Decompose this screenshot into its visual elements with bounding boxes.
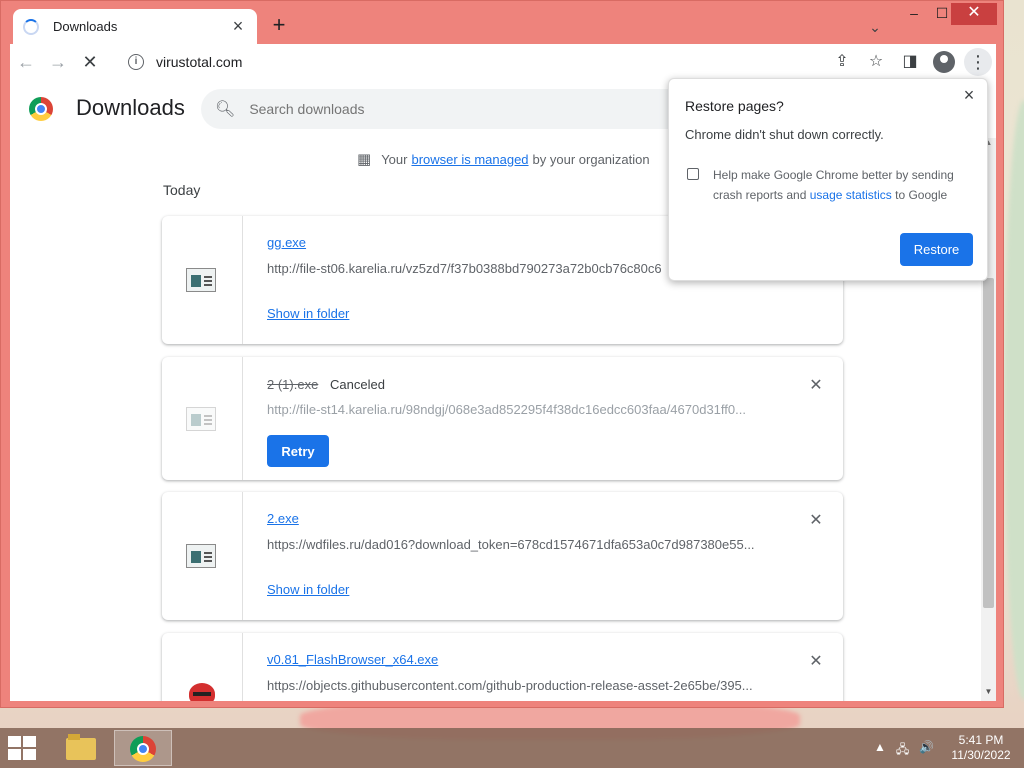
- forward-button[interactable]: →: [42, 46, 74, 78]
- tab-close-button[interactable]: ×: [229, 16, 247, 37]
- checkbox-text-end: to Google: [895, 188, 948, 202]
- folder-icon: [66, 734, 96, 760]
- exe-file-icon: [186, 544, 216, 568]
- dialog-title: Restore pages?: [685, 98, 784, 114]
- tab-search-button[interactable]: ⌄: [863, 15, 887, 39]
- new-tab-button[interactable]: +: [267, 13, 291, 37]
- download-url[interactable]: https://objects.githubusercontent.com/gi…: [267, 678, 767, 693]
- site-info-icon[interactable]: i: [128, 54, 144, 70]
- download-filename-link[interactable]: v0.81_FlashBrowser_x64.exe: [267, 652, 438, 667]
- crash-report-label: Help make Google Chrome better by sendin…: [713, 165, 973, 205]
- windows-logo-icon: [23, 736, 36, 747]
- avatar-icon: [933, 51, 955, 73]
- clock[interactable]: 5:41 PM 11/30/2022: [948, 733, 1014, 763]
- show-in-folder-link[interactable]: Show in folder: [267, 582, 349, 597]
- remove-download-button[interactable]: ✕: [806, 510, 826, 530]
- file-icon-column: [162, 492, 243, 620]
- remove-download-button[interactable]: ✕: [806, 651, 826, 671]
- scroll-thumb[interactable]: [983, 278, 994, 608]
- show-in-folder-link[interactable]: Show in folder: [267, 306, 349, 321]
- windows-logo-icon: [8, 749, 21, 760]
- chrome-logo-icon: [29, 97, 53, 121]
- desktop-wallpaper-accent: [1004, 100, 1024, 700]
- chrome-taskbar-button[interactable]: [114, 730, 172, 766]
- managed-link[interactable]: browser is managed: [411, 152, 528, 167]
- stop-loading-button[interactable]: ✕: [74, 46, 106, 78]
- back-button[interactable]: ←: [10, 46, 42, 78]
- windows-logo-icon: [8, 736, 21, 747]
- chrome-icon: [130, 736, 156, 762]
- crash-report-checkbox[interactable]: [687, 168, 699, 180]
- download-filename: 2 (1).exe: [267, 377, 319, 392]
- exe-file-icon: [186, 407, 216, 431]
- show-hidden-icons-button[interactable]: ▲: [874, 740, 886, 761]
- download-item: 2.exe ✕ https://wdfiles.ru/dad016?downlo…: [162, 492, 843, 620]
- usage-statistics-link[interactable]: usage statistics: [810, 188, 892, 202]
- building-icon: ▦: [357, 151, 372, 168]
- restore-button[interactable]: Restore: [900, 233, 973, 266]
- loading-spinner-icon: [23, 18, 39, 35]
- windows-logo-icon: [23, 749, 36, 760]
- restore-pages-dialog: Restore pages? × Chrome didn't shut down…: [668, 78, 988, 281]
- file-icon-column: [162, 633, 243, 701]
- chrome-menu-button[interactable]: ⋮: [964, 48, 992, 76]
- close-window-button[interactable]: ✕: [951, 3, 997, 25]
- file-icon-column: [162, 216, 243, 344]
- dialog-message: Chrome didn't shut down correctly.: [685, 127, 884, 142]
- browser-window: Downloads × + ⌄ – ☐ ✕ ← → ✕ i virustotal…: [0, 0, 1004, 708]
- remove-download-button[interactable]: ✕: [806, 375, 826, 395]
- download-status: Canceled: [330, 377, 385, 392]
- page-title: Downloads: [76, 95, 185, 120]
- download-item: v0.81_FlashBrowser_x64.exe ✕ https://obj…: [162, 633, 843, 701]
- network-icon[interactable]: 🖧: [896, 740, 909, 761]
- taskbar: ▲ 🖧 🔊 5:41 PM 11/30/2022: [0, 728, 1024, 768]
- tab-title: Downloads: [53, 19, 118, 34]
- toolbar: ← → ✕ i virustotal.com ⇪ ☆ ◨ ⋮: [10, 44, 996, 80]
- profile-button[interactable]: [930, 48, 958, 76]
- date-section-label: Today: [163, 182, 201, 198]
- dialog-close-button[interactable]: ×: [959, 85, 979, 106]
- managed-notice: ▦ Your browser is managed by your organi…: [357, 150, 650, 168]
- flashbrowser-app-icon: [189, 683, 215, 701]
- scroll-down-arrow-icon[interactable]: ▼: [981, 687, 996, 701]
- download-url[interactable]: http://file-st14.karelia.ru/98ndgj/068e3…: [267, 402, 767, 417]
- search-input[interactable]: [249, 101, 650, 117]
- clock-date: 11/30/2022: [951, 748, 1011, 762]
- minimize-button[interactable]: –: [899, 3, 929, 25]
- system-tray: ▲ 🖧 🔊: [874, 740, 934, 761]
- start-button[interactable]: [8, 736, 38, 760]
- search-icon: 🔍︎: [215, 101, 236, 118]
- tab-strip: Downloads × + ⌄ – ☐ ✕: [1, 1, 1003, 44]
- clock-time: 5:41 PM: [958, 733, 1004, 747]
- volume-icon[interactable]: 🔊: [919, 740, 934, 761]
- retry-button[interactable]: Retry: [267, 435, 329, 467]
- managed-prefix: Your: [381, 151, 408, 167]
- download-item: 2 (1).exe Canceled ✕ http://file-st14.ka…: [162, 357, 843, 480]
- file-icon-column: [162, 357, 243, 480]
- managed-suffix: by your organization: [532, 151, 650, 167]
- tab-downloads[interactable]: Downloads ×: [13, 9, 257, 44]
- download-url[interactable]: https://wdfiles.ru/dad016?download_token…: [267, 537, 767, 552]
- bookmark-star-icon[interactable]: ☆: [862, 48, 890, 76]
- download-filename-link[interactable]: 2.exe: [267, 511, 299, 526]
- url-text[interactable]: virustotal.com: [156, 54, 242, 70]
- share-icon[interactable]: ⇪: [828, 48, 856, 76]
- toolbar-actions: ⇪ ☆ ◨ ⋮: [828, 48, 992, 76]
- side-panel-icon[interactable]: ◨: [896, 48, 924, 76]
- file-explorer-taskbar-button[interactable]: [52, 730, 110, 766]
- address-bar[interactable]: i virustotal.com: [120, 48, 836, 76]
- download-filename-link[interactable]: gg.exe: [267, 235, 306, 250]
- exe-file-icon: [186, 268, 216, 292]
